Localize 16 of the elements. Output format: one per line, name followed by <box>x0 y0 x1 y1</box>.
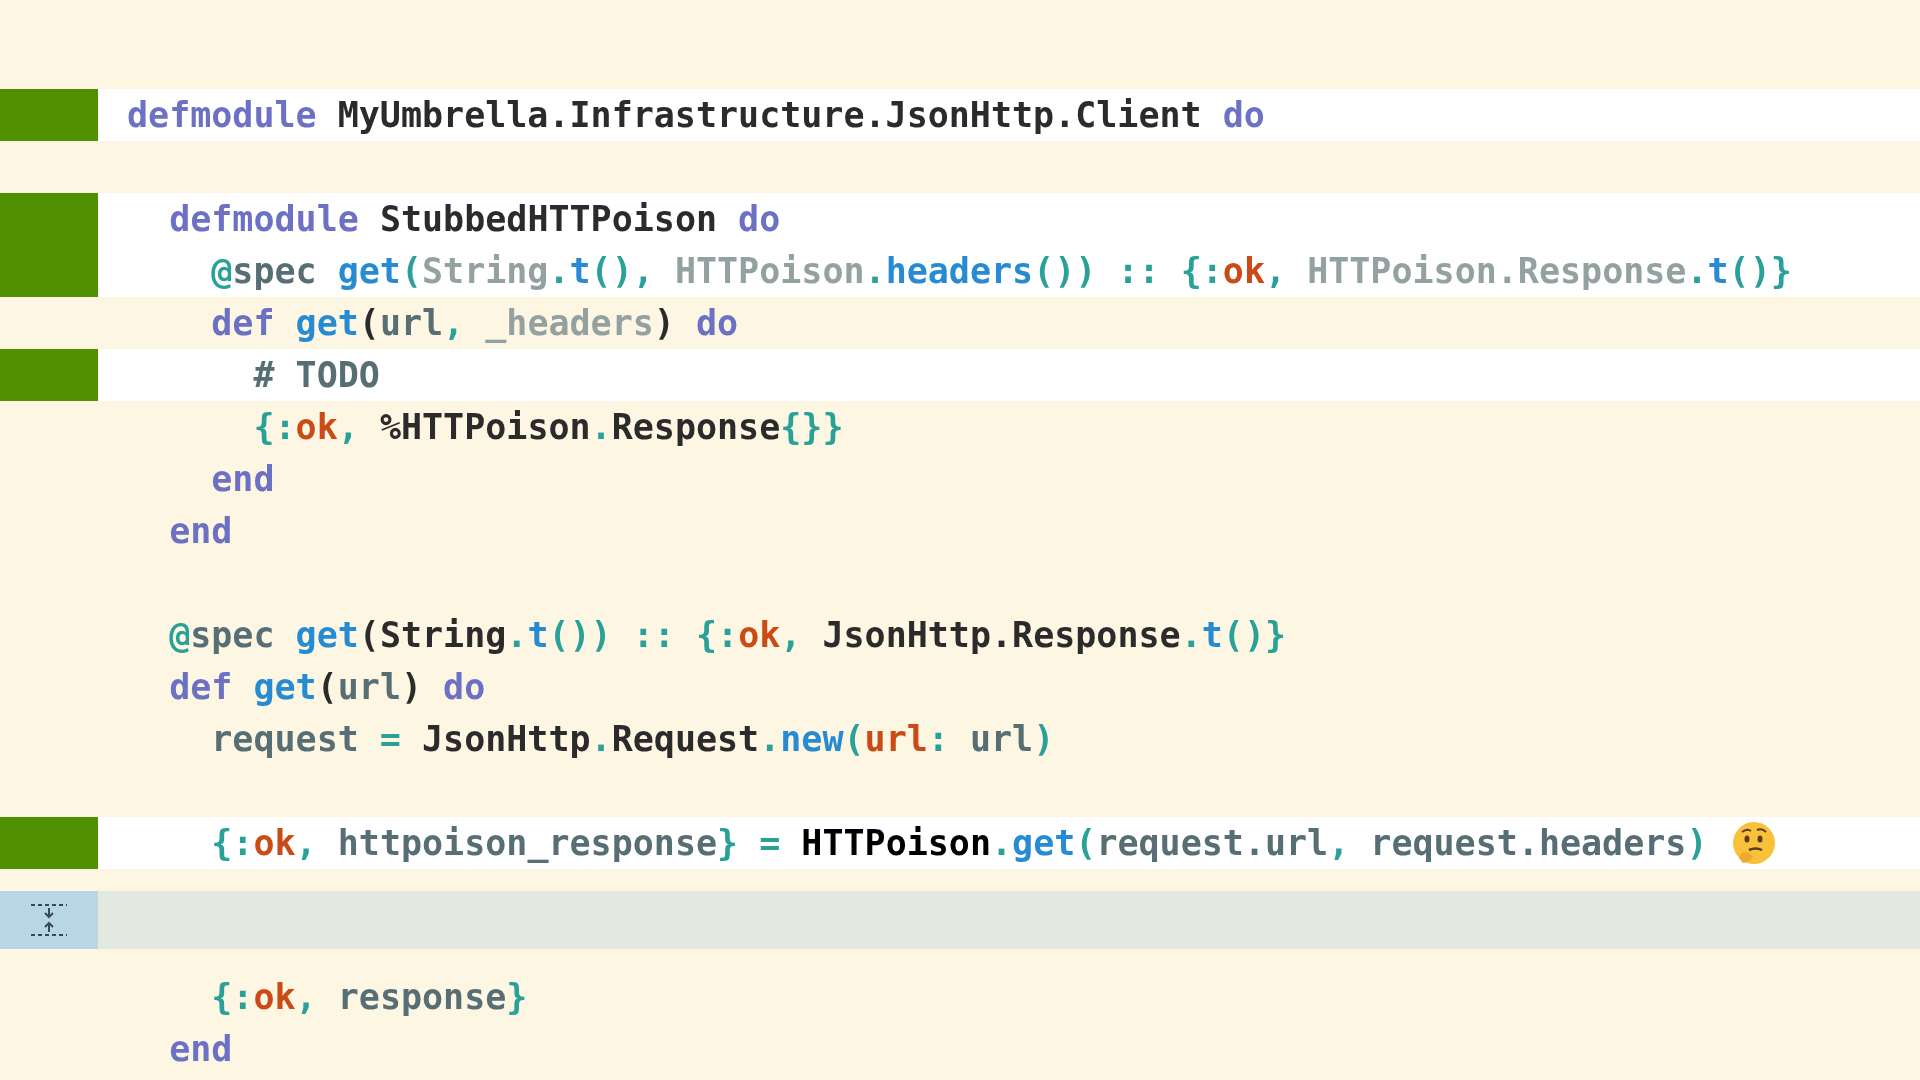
code-line: {:ok, %HTTPoison.Response{}} <box>252 406 844 449</box>
code-line: request = JsonHttp.Request.new(url: url) <box>210 718 1055 761</box>
code-line: # TODO <box>252 354 380 397</box>
code-line: {:ok, httpoison_response} = HTTPoison.get(request.url, request.headers) <box>210 822 1708 865</box>
code-line: end <box>168 510 233 553</box>
code-line: end <box>168 1028 233 1071</box>
code-line: end <box>210 458 275 501</box>
code-line: def get(url, _headers) do <box>210 302 739 345</box>
code-line: defmodule MyUmbrella.Infrastructure.JsonHttp.Client do <box>126 94 1265 137</box>
code-line: defmodule StubbedHTTPoison do <box>168 198 781 241</box>
code-line: def get(url) do <box>168 666 486 709</box>
code-line: @spec get(String.t(), HTTPoison.headers()) :: {:ok, HTTPoison.Response.t()} <box>210 250 1792 293</box>
code-line: {:ok, response} <box>210 976 528 1019</box>
thinking-face-icon <box>1731 820 1778 866</box>
expand-button[interactable] <box>0 891 98 949</box>
code-line: @spec get(String.t()) :: {:ok, JsonHttp.Response.t()} <box>168 614 1287 657</box>
